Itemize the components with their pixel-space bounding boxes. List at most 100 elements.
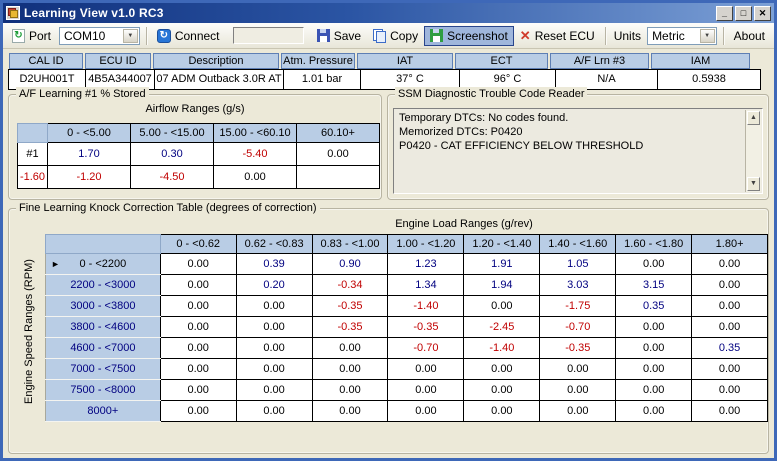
maximize-button[interactable]: □ [735, 5, 752, 21]
value-cell[interactable]: 0.00 [615, 316, 693, 338]
value-cell[interactable]: 0.00 [539, 358, 617, 380]
value-cell[interactable]: 0.90 [311, 253, 389, 275]
value-cell[interactable]: -1.40 [387, 295, 465, 317]
value-cell[interactable]: -0.70 [539, 316, 617, 338]
reset-ecu-button[interactable]: ✕ Reset ECU [514, 26, 601, 46]
value-cell[interactable]: -0.34 [311, 274, 389, 296]
value-cell[interactable]: 0.39 [235, 253, 313, 275]
value-cell[interactable]: 0.00 [463, 358, 541, 380]
dtc-scrollbar[interactable]: ▲ ▼ [745, 110, 761, 192]
value-cell[interactable]: -4.50 [130, 165, 214, 189]
value-cell[interactable]: 1.94 [463, 274, 541, 296]
value-cell[interactable]: 0.00 [311, 358, 389, 380]
value-cell[interactable]: 0.35 [691, 337, 768, 359]
value-cell[interactable]: 0.00 [387, 358, 465, 380]
value-cell[interactable]: 0.00 [691, 379, 768, 401]
value-cell[interactable]: 0.00 [691, 400, 768, 422]
value-cell[interactable]: 0.00 [235, 295, 313, 317]
column-header[interactable]: 0.62 - <0.83 [235, 234, 313, 254]
connect-button[interactable]: ↻ Connect [151, 26, 226, 46]
chevron-down-icon[interactable]: ▼ [122, 28, 138, 43]
chevron-down-icon[interactable]: ▼ [699, 28, 715, 43]
row-header[interactable]: 2200 - <3000 [45, 274, 161, 296]
dtc-output-textbox[interactable]: ▲ ▼ Temporary DTCs: No codes found. Memor… [393, 108, 763, 194]
value-cell[interactable]: 0.00 [296, 142, 380, 166]
title-bar[interactable]: Learning View v1.0 RC3 _ □ ✕ [3, 3, 774, 23]
row-header[interactable]: 7500 - <8000 [45, 379, 161, 401]
value-cell[interactable]: 1.05 [539, 253, 617, 275]
status-textbox[interactable] [232, 27, 304, 44]
value-cell[interactable]: -0.70 [387, 337, 465, 359]
value-cell[interactable]: 0.00 [615, 400, 693, 422]
scroll-down-icon[interactable]: ▼ [747, 177, 760, 191]
value-cell[interactable]: 0.00 [159, 379, 237, 401]
row-header[interactable]: 3000 - <3800 [45, 295, 161, 317]
minimize-button[interactable]: _ [716, 5, 733, 21]
value-cell[interactable]: 0.00 [159, 274, 237, 296]
value-cell[interactable]: 0.00 [539, 400, 617, 422]
value-cell[interactable]: 0.30 [130, 142, 214, 166]
value-cell[interactable]: 0.00 [463, 379, 541, 401]
column-header[interactable]: 5.00 - <15.00 [130, 123, 214, 143]
close-button[interactable]: ✕ [754, 5, 771, 21]
row-header[interactable]: 8000+ [45, 400, 161, 422]
units-combobox[interactable]: Metric ▼ [647, 26, 717, 45]
value-cell[interactable]: 0.00 [615, 337, 693, 359]
value-cell[interactable]: 1.70 [47, 142, 131, 166]
column-header[interactable]: 1.00 - <1.20 [387, 234, 465, 254]
value-cell[interactable]: 0.00 [463, 400, 541, 422]
value-cell[interactable]: 0.00 [691, 253, 768, 275]
save-button[interactable]: Save [311, 26, 367, 46]
value-cell[interactable]: 0.00 [691, 358, 768, 380]
value-cell[interactable]: 0.00 [213, 165, 297, 189]
column-header[interactable]: 1.60 - <1.80 [615, 234, 693, 254]
value-cell[interactable]: 0.00 [539, 379, 617, 401]
value-cell[interactable]: 0.00 [235, 337, 313, 359]
value-cell[interactable]: 1.23 [387, 253, 465, 275]
value-cell[interactable]: 0.00 [691, 316, 768, 338]
value-cell[interactable]: -5.40 [213, 142, 297, 166]
value-cell[interactable]: 0.00 [159, 295, 237, 317]
value-cell[interactable]: 0.00 [159, 358, 237, 380]
value-cell[interactable]: 0.35 [615, 295, 693, 317]
value-cell[interactable]: 0.00 [311, 400, 389, 422]
value-cell[interactable]: 0.00 [387, 400, 465, 422]
row-header[interactable]: 4600 - <7000 [45, 337, 161, 359]
value-cell[interactable]: 0.00 [235, 379, 313, 401]
column-header[interactable]: 1.20 - <1.40 [463, 234, 541, 254]
screenshot-button[interactable]: Screenshot [424, 25, 514, 46]
value-cell[interactable]: -0.35 [311, 295, 389, 317]
value-cell[interactable]: -1.40 [463, 337, 541, 359]
value-cell[interactable]: 0.00 [159, 337, 237, 359]
value-cell[interactable]: 0.00 [615, 379, 693, 401]
value-cell[interactable]: 0.00 [311, 379, 389, 401]
port-button[interactable]: ↻ Port [6, 26, 57, 46]
value-cell[interactable]: 0.00 [311, 337, 389, 359]
row-header[interactable]: 3800 - <4600 [45, 316, 161, 338]
column-header[interactable]: 0.83 - <1.00 [311, 234, 389, 254]
value-cell[interactable]: -0.35 [311, 316, 389, 338]
value-cell[interactable]: 0.00 [387, 379, 465, 401]
value-cell[interactable]: 0.00 [691, 274, 768, 296]
row-header[interactable]: -1.60 [17, 165, 48, 189]
value-cell[interactable]: 0.00 [615, 253, 693, 275]
column-header[interactable]: 0 - <5.00 [47, 123, 131, 143]
value-cell[interactable] [296, 165, 380, 189]
value-cell[interactable]: 0.00 [235, 400, 313, 422]
row-header[interactable]: 7000 - <7500 [45, 358, 161, 380]
value-cell[interactable]: -0.35 [387, 316, 465, 338]
column-header[interactable]: 0 - <0.62 [159, 234, 237, 254]
value-cell[interactable]: 1.34 [387, 274, 465, 296]
value-cell[interactable]: 0.00 [159, 253, 237, 275]
about-button[interactable]: About [728, 26, 771, 46]
scroll-up-icon[interactable]: ▲ [747, 111, 760, 125]
value-cell[interactable]: 0.00 [159, 400, 237, 422]
value-cell[interactable]: 3.15 [615, 274, 693, 296]
value-cell[interactable]: -1.20 [47, 165, 131, 189]
value-cell[interactable]: -2.45 [463, 316, 541, 338]
value-cell[interactable]: -0.35 [539, 337, 617, 359]
value-cell[interactable]: 0.00 [235, 358, 313, 380]
column-header[interactable]: 1.80+ [691, 234, 768, 254]
column-header[interactable]: 60.10+ [296, 123, 380, 143]
value-cell[interactable]: 0.00 [159, 316, 237, 338]
